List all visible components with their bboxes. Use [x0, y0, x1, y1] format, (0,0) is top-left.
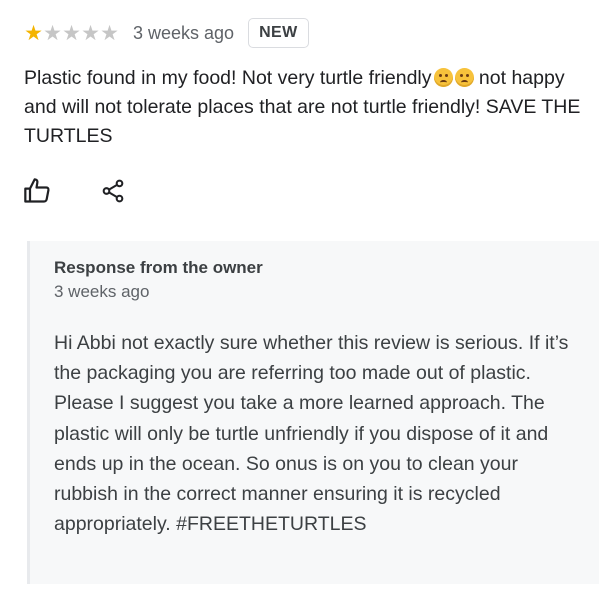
- angry-face-icon: [454, 68, 474, 87]
- review-time: 3 weeks ago: [133, 22, 235, 43]
- owner-response-time: 3 weeks ago: [54, 282, 150, 301]
- star-rating: ★ ★ ★ ★ ★: [24, 23, 119, 44]
- star-empty-icon: ★: [81, 21, 100, 45]
- like-button[interactable]: [22, 176, 52, 206]
- star-filled-icon: ★: [24, 21, 43, 45]
- review-text: Plastic found in my food! Not very turtl…: [24, 64, 584, 151]
- thumbs-up-icon: [24, 178, 50, 203]
- new-badge: NEW: [248, 18, 309, 48]
- owner-response-text: Hi Abbi not exactly sure whether this re…: [54, 332, 569, 536]
- angry-face-icon: [433, 68, 453, 87]
- star-empty-icon: ★: [62, 21, 81, 45]
- share-icon: [102, 179, 124, 203]
- star-empty-icon: ★: [43, 21, 62, 45]
- star-empty-icon: ★: [100, 21, 119, 45]
- review-actions: [22, 176, 128, 206]
- review-card: ★ ★ ★ ★ ★ 3 weeks ago NEW Plastic found …: [0, 0, 599, 599]
- owner-response-title: Response from the owner: [54, 258, 263, 277]
- review-meta: ★ ★ ★ ★ ★ 3 weeks ago NEW: [24, 16, 309, 50]
- share-button[interactable]: [98, 176, 128, 206]
- owner-response: Response from the owner 3 weeks ago Hi A…: [27, 241, 599, 584]
- review-text-part1: Plastic found in my food! Not very turtl…: [24, 67, 432, 89]
